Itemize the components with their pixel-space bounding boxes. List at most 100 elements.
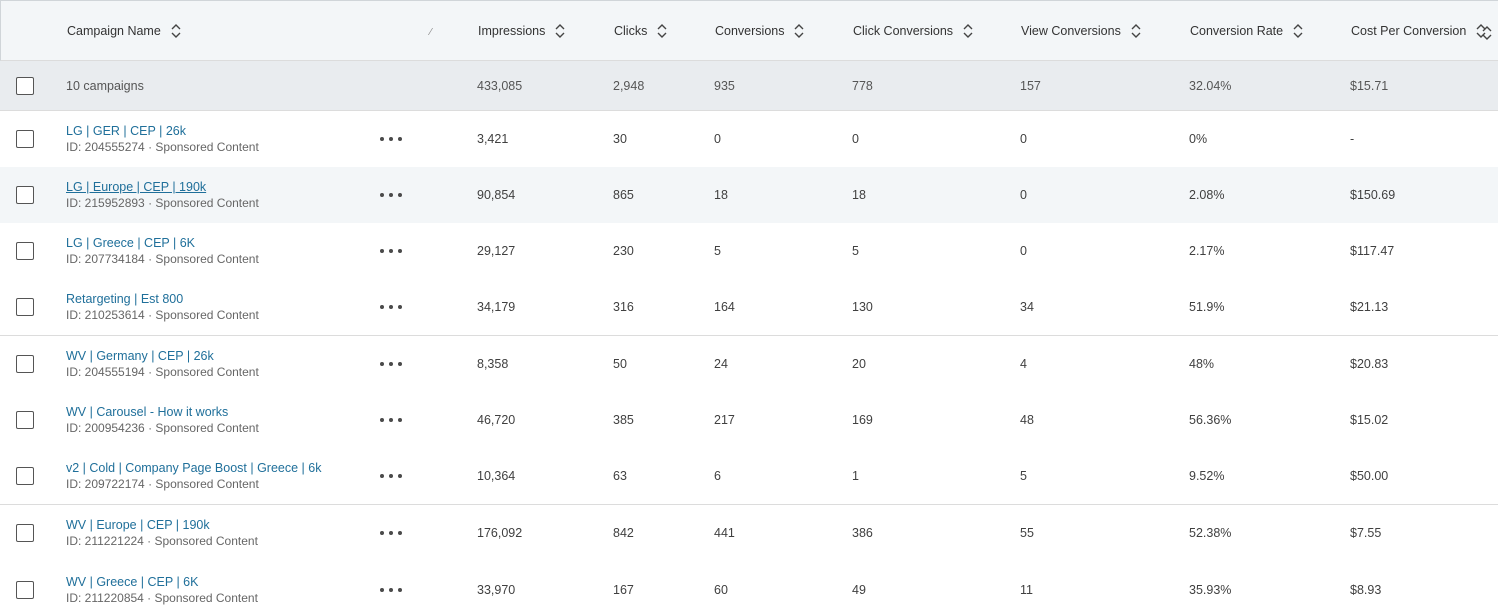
click-conversions-cell: 169 [852, 413, 873, 427]
column-header-impressions[interactable]: Impressions [478, 1, 565, 60]
campaign-link[interactable]: v2 | Cold | Company Page Boost | Greece … [66, 460, 321, 476]
row-checkbox[interactable] [16, 467, 34, 485]
conversions-cell: 5 [714, 244, 721, 258]
view-conversions-cell: 55 [1020, 526, 1034, 540]
more-options-icon[interactable] [380, 302, 402, 312]
more-options-icon[interactable] [380, 190, 402, 200]
column-header-campaign-name[interactable]: Campaign Name [67, 1, 181, 60]
cost-per-conversion-cell: $117.47 [1350, 244, 1395, 258]
column-header-conversions[interactable]: Conversions [715, 1, 804, 60]
campaign-name-cell: Retargeting | Est 800 ID: 210253614 · Sp… [66, 279, 259, 335]
row-checkbox[interactable] [16, 411, 34, 429]
more-options-icon[interactable] [380, 359, 402, 369]
campaign-name-cell: LG | GER | CEP | 26k ID: 204555274 · Spo… [66, 111, 259, 167]
conversions-cell: 18 [714, 188, 728, 202]
view-conversions-cell: 34 [1020, 300, 1034, 314]
campaign-meta: ID: 215952893 · Sponsored Content [66, 196, 259, 210]
campaign-link[interactable]: WV | Europe | CEP | 190k [66, 517, 210, 533]
clicks-cell: 167 [613, 582, 634, 597]
scroll-right-icon[interactable] [1482, 26, 1492, 43]
more-options-icon[interactable] [380, 471, 402, 481]
row-checkbox[interactable] [16, 355, 34, 373]
column-header-view-conversions[interactable]: View Conversions [1021, 1, 1141, 60]
row-checkbox[interactable] [16, 580, 34, 599]
more-options-icon[interactable] [380, 585, 402, 595]
campaign-name-cell: LG | Greece | CEP | 6K ID: 207734184 · S… [66, 223, 259, 279]
campaign-link[interactable]: LG | Greece | CEP | 6K [66, 235, 195, 251]
view-conversions-cell: 0 [1020, 188, 1027, 202]
more-options-icon[interactable] [380, 528, 402, 538]
impressions-cell: 8,358 [477, 357, 509, 371]
column-header-label: Conversions [715, 23, 785, 38]
column-header-conversion-rate[interactable]: Conversion Rate [1190, 1, 1303, 60]
row-checkbox[interactable] [16, 524, 34, 542]
cost-per-conversion-cell: $150.69 [1350, 188, 1396, 202]
cost-per-conversion-cell: - [1350, 132, 1355, 146]
table-row[interactable]: LG | Europe | CEP | 190k ID: 215952893 ·… [0, 167, 1498, 224]
campaign-name-cell: LG | Europe | CEP | 190k ID: 215952893 ·… [66, 167, 259, 223]
campaign-name-cell: WV | Greece | CEP | 6K ID: 211220854 · S… [66, 561, 258, 608]
campaign-link[interactable]: WV | Germany | CEP | 26k [66, 348, 214, 364]
table-row[interactable]: Retargeting | Est 800 ID: 210253614 · Sp… [0, 279, 1498, 336]
impressions-cell: 29,127 [477, 244, 516, 258]
sort-icon[interactable] [1131, 23, 1141, 38]
sort-icon[interactable] [963, 23, 973, 38]
column-header-cost-per-conversion[interactable]: Cost Per Conversion [1351, 1, 1486, 60]
impressions-cell: 176,092 [477, 526, 523, 540]
column-header-label: Cost Per Conversion [1351, 23, 1467, 38]
table-row[interactable]: WV | Greece | CEP | 6K ID: 211220854 · S… [0, 561, 1498, 608]
cost-per-conversion-cell: $21.13 [1350, 300, 1389, 314]
sort-icon[interactable] [657, 23, 667, 38]
column-header-label: Conversion Rate [1190, 23, 1284, 38]
column-header-label: Click Conversions [853, 23, 954, 38]
conversions-cell: 0 [714, 132, 721, 146]
row-checkbox[interactable] [16, 186, 34, 204]
row-checkbox[interactable] [16, 242, 34, 260]
campaign-link[interactable]: LG | GER | CEP | 26k [66, 123, 186, 139]
column-header-clicks[interactable]: Clicks [614, 1, 667, 60]
campaign-link[interactable]: WV | Greece | CEP | 6K [66, 574, 198, 590]
conversion-rate-cell: 2.08% [1189, 188, 1225, 202]
cost-per-conversion-cell: $7.55 [1350, 526, 1382, 540]
campaigns-table: Campaign Name ⁄ Impressions Clicks Conve… [0, 0, 1498, 608]
campaign-link[interactable]: Retargeting | Est 800 [66, 291, 183, 307]
clicks-cell: 316 [613, 300, 634, 314]
cost-per-conversion-cell: $20.83 [1350, 357, 1389, 371]
summary-clicks: 2,948 [613, 78, 645, 93]
more-options-icon[interactable] [380, 246, 402, 256]
conversions-cell: 441 [714, 526, 735, 540]
row-checkbox[interactable] [16, 298, 34, 316]
view-conversions-cell: 48 [1020, 413, 1034, 427]
impressions-cell: 34,179 [477, 300, 516, 314]
sort-icon[interactable] [1293, 23, 1303, 38]
row-checkbox[interactable] [16, 130, 34, 148]
table-row[interactable]: LG | Greece | CEP | 6K ID: 207734184 · S… [0, 223, 1498, 280]
table-row[interactable]: WV | Europe | CEP | 190k ID: 211221224 ·… [0, 505, 1498, 562]
campaign-link[interactable]: LG | Europe | CEP | 190k [66, 179, 206, 195]
conversion-rate-cell: 2.17% [1189, 244, 1225, 258]
view-conversions-cell: 0 [1020, 132, 1027, 146]
sort-icon[interactable] [555, 23, 565, 38]
campaign-link[interactable]: WV | Carousel - How it works [66, 404, 228, 420]
campaign-meta: ID: 204555274 · Sponsored Content [66, 140, 259, 154]
select-all-checkbox[interactable] [16, 76, 34, 95]
table-row[interactable]: v2 | Cold | Company Page Boost | Greece … [0, 448, 1498, 505]
view-conversions-cell: 5 [1020, 469, 1027, 483]
more-options-icon[interactable] [380, 415, 402, 425]
table-row[interactable]: WV | Carousel - How it works ID: 2009542… [0, 392, 1498, 449]
sort-icon[interactable] [794, 23, 804, 38]
more-options-icon[interactable] [380, 134, 402, 144]
summary-label: 10 campaigns [66, 78, 144, 93]
conversion-rate-cell: 0% [1189, 132, 1208, 146]
sort-icon[interactable] [171, 23, 181, 38]
campaign-meta: ID: 211221224 · Sponsored Content [66, 534, 258, 548]
table-row[interactable]: LG | GER | CEP | 26k ID: 204555274 · Spo… [0, 111, 1498, 168]
clicks-cell: 50 [613, 357, 627, 371]
cost-per-conversion-cell: $15.02 [1350, 413, 1389, 427]
column-resize-handle[interactable]: ⁄ [430, 27, 432, 38]
table-row[interactable]: WV | Germany | CEP | 26k ID: 204555194 ·… [0, 336, 1498, 393]
click-conversions-cell: 49 [852, 582, 866, 597]
impressions-cell: 33,970 [477, 582, 516, 597]
conversion-rate-cell: 48% [1189, 357, 1215, 371]
column-header-click-conversions[interactable]: Click Conversions [853, 1, 973, 60]
